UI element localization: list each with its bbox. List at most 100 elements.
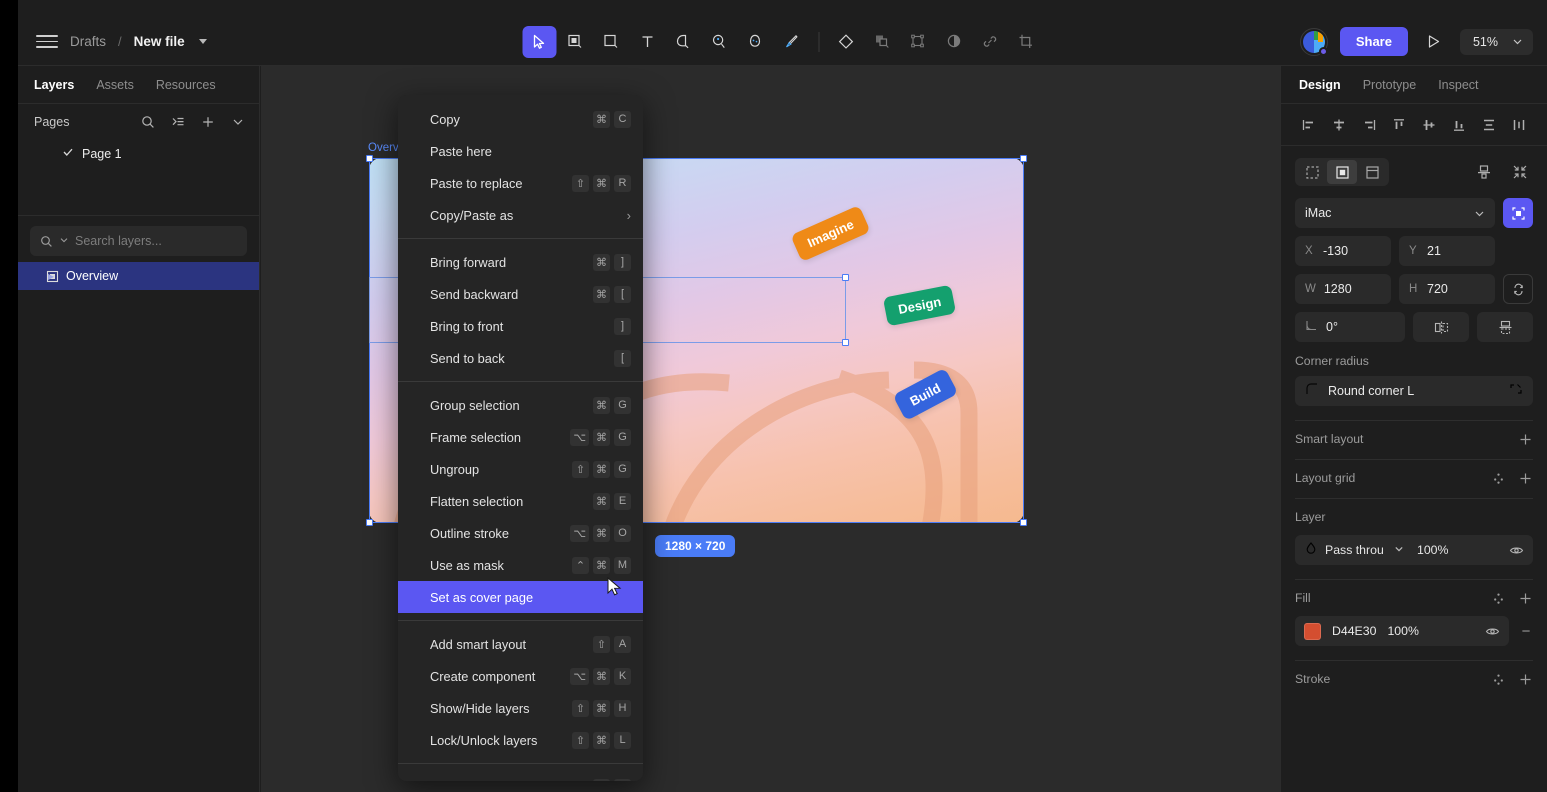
menu-item-flip-horizontal[interactable]: Flip horizontal ⇧ H	[398, 771, 643, 781]
menu-item-bring-forward[interactable]: Bring forward ⌘ ]	[398, 246, 643, 278]
x-position-input[interactable]: X -130	[1295, 236, 1391, 266]
mask-tool[interactable]	[901, 26, 935, 58]
tab-prototype[interactable]: Prototype	[1363, 78, 1417, 92]
avatar[interactable]	[1299, 27, 1328, 56]
menu-item-group-selection[interactable]: Group selection ⌘ G	[398, 389, 643, 421]
fill-hex-value[interactable]: D44E30	[1332, 624, 1376, 638]
menu-item-bring-to-front[interactable]: Bring to front ]	[398, 310, 643, 342]
height-input[interactable]: H 720	[1399, 274, 1495, 304]
present-play-icon[interactable]	[1420, 28, 1448, 56]
add-smart-layout-icon[interactable]	[1518, 432, 1533, 447]
align-bottom-icon[interactable]	[1445, 112, 1473, 138]
menu-item-add-smart-layout[interactable]: Add smart layout ⇧ A	[398, 628, 643, 660]
fill-styles-icon[interactable]	[1491, 591, 1506, 606]
fill-visibility-eye-icon[interactable]	[1485, 624, 1500, 639]
flip-vertical-button[interactable]	[1477, 312, 1533, 342]
visibility-eye-icon[interactable]	[1509, 543, 1524, 558]
breadcrumb-file-name[interactable]: New file	[134, 34, 185, 49]
clip-content-icon[interactable]	[1357, 160, 1387, 184]
align-horizontal-center-icon[interactable]	[1325, 112, 1353, 138]
sort-list-icon[interactable]	[167, 111, 189, 133]
layout-grid-options-icon[interactable]	[1491, 471, 1506, 486]
tab-assets[interactable]: Assets	[96, 78, 134, 92]
comment-tool[interactable]	[702, 26, 736, 58]
fit-to-selection-button[interactable]	[1503, 198, 1533, 228]
context-menu[interactable]: Copy ⌘ C Paste here Paste to replace ⇧ ⌘…	[398, 95, 643, 781]
width-input[interactable]: W 1280	[1295, 274, 1391, 304]
stroke-styles-icon[interactable]	[1491, 672, 1506, 687]
share-button[interactable]: Share	[1339, 27, 1408, 56]
tab-resources[interactable]: Resources	[156, 78, 216, 92]
align-top-icon[interactable]	[1385, 112, 1413, 138]
menu-item-set-as-cover-page[interactable]: Set as cover page	[398, 581, 643, 613]
hamburger-menu-icon[interactable]	[36, 31, 58, 53]
menu-item-frame-selection[interactable]: Frame selection ⌥ ⌘ G	[398, 421, 643, 453]
lock-aspect-ratio-button[interactable]	[1503, 274, 1533, 304]
boolean-tool[interactable]	[865, 26, 899, 58]
menu-item-copy[interactable]: Copy ⌘ C	[398, 103, 643, 135]
search-input[interactable]	[75, 234, 237, 248]
add-layout-grid-icon[interactable]	[1518, 471, 1533, 486]
add-fill-icon[interactable]	[1518, 591, 1533, 606]
distribute-vertical-icon[interactable]	[1475, 112, 1503, 138]
align-vertical-center-icon[interactable]	[1415, 112, 1443, 138]
add-page-icon[interactable]	[197, 111, 219, 133]
hand-tool[interactable]	[738, 26, 772, 58]
add-stroke-icon[interactable]	[1518, 672, 1533, 687]
search-icon[interactable]	[137, 111, 159, 133]
list-item[interactable]: ▶ Overview	[18, 262, 259, 290]
menu-item-send-to-back[interactable]: Send to back [	[398, 342, 643, 374]
fixed-size-icon[interactable]	[1327, 160, 1357, 184]
collapse-icon[interactable]	[1507, 160, 1533, 184]
menu-item-flatten-selection[interactable]: Flatten selection ⌘ E	[398, 485, 643, 517]
menu-item-paste-here[interactable]: Paste here	[398, 135, 643, 167]
fill-color-swatch[interactable]	[1304, 622, 1321, 640]
page-item[interactable]: Page 1	[18, 140, 259, 168]
move-tool[interactable]	[522, 25, 556, 58]
chevron-down-icon[interactable]	[198, 39, 207, 44]
breadcrumb-drafts[interactable]: Drafts	[70, 34, 106, 49]
menu-item-paste-to-replace[interactable]: Paste to replace ⇧ ⌘ R	[398, 167, 643, 199]
text-tool[interactable]	[630, 26, 664, 58]
paintbrush-tool[interactable]	[774, 26, 808, 58]
distribute-horizontal-icon[interactable]	[1505, 112, 1533, 138]
tab-layers[interactable]: Layers	[34, 78, 74, 92]
blend-mode-value[interactable]: Pass throu	[1325, 543, 1387, 557]
menu-item-outline-stroke[interactable]: Outline stroke ⌥ ⌘ O	[398, 517, 643, 549]
hug-contents-icon[interactable]	[1297, 160, 1327, 184]
collapse-pages-icon[interactable]	[227, 111, 249, 133]
menu-item-create-component[interactable]: Create component ⌥ ⌘ K	[398, 660, 643, 692]
expand-caret-icon[interactable]: ▶	[48, 272, 54, 281]
menu-item-send-backward[interactable]: Send backward ⌘ [	[398, 278, 643, 310]
menu-item-use-as-mask[interactable]: Use as mask ⌃ ⌘ M	[398, 549, 643, 581]
align-right-icon[interactable]	[1355, 112, 1383, 138]
menu-item-ungroup[interactable]: Ungroup ⇧ ⌘ G	[398, 453, 643, 485]
independent-corners-icon[interactable]	[1509, 382, 1523, 401]
layer-opacity-value[interactable]: 100%	[1417, 543, 1448, 557]
distribute-icon[interactable]	[1471, 160, 1497, 184]
rectangle-tool[interactable]	[594, 26, 628, 58]
menu-item-copy-paste-as[interactable]: Copy/Paste as ›	[398, 199, 643, 231]
zoom-selector[interactable]: 51%	[1459, 28, 1533, 55]
contrast-tool[interactable]	[937, 26, 971, 58]
tab-design[interactable]: Design	[1299, 78, 1341, 92]
crop-tool[interactable]	[1009, 26, 1043, 58]
frame-tool[interactable]	[558, 26, 592, 58]
layer-search-box[interactable]	[30, 226, 247, 256]
menu-item-show-hide-layers[interactable]: Show/Hide layers ⇧ ⌘ H	[398, 692, 643, 724]
fill-opacity-value[interactable]: 100%	[1387, 624, 1418, 638]
component-tool[interactable]	[829, 26, 863, 58]
align-left-icon[interactable]	[1295, 112, 1323, 138]
link-tool[interactable]	[973, 26, 1007, 58]
tab-inspect[interactable]: Inspect	[1438, 78, 1478, 92]
device-preset-select[interactable]: iMac	[1295, 198, 1495, 228]
menu-item-lock-unlock-layers[interactable]: Lock/Unlock layers ⇧ ⌘ L	[398, 724, 643, 756]
corner-radius-select[interactable]: Round corner L	[1295, 376, 1533, 406]
rotation-input[interactable]: 0°	[1295, 312, 1405, 342]
remove-fill-icon[interactable]: −	[1519, 623, 1533, 640]
y-position-input[interactable]: Y 21	[1399, 236, 1495, 266]
fill-item[interactable]: D44E30 100%	[1295, 616, 1509, 646]
chevron-down-icon[interactable]	[1394, 541, 1404, 559]
pen-tool[interactable]	[666, 26, 700, 58]
chevron-down-icon[interactable]	[59, 232, 69, 250]
